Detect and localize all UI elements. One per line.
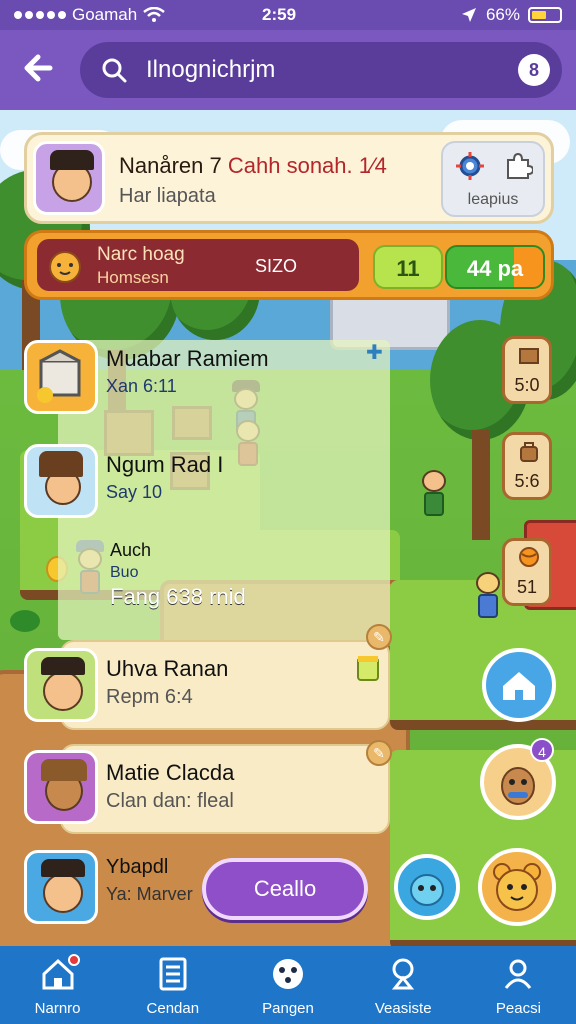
house-icon bbox=[503, 672, 535, 700]
search-text: Ilnognichrjm bbox=[146, 56, 276, 83]
nav-calendar[interactable]: Cendan bbox=[115, 946, 230, 1024]
plus-icon[interactable]: ✚ bbox=[366, 340, 383, 365]
bag-icon bbox=[520, 442, 538, 462]
nav-label: Cendan bbox=[146, 1000, 200, 1017]
nav-people[interactable]: Peacsi bbox=[461, 946, 576, 1024]
list-item[interactable]: Matie Clacda Clan dan: fleal bbox=[60, 744, 390, 834]
clock: 2:59 bbox=[262, 5, 297, 24]
nav-label: Pangen bbox=[262, 1000, 314, 1017]
ball-icon bbox=[273, 959, 303, 989]
cup-icon[interactable] bbox=[354, 652, 382, 684]
bear-icon bbox=[493, 863, 541, 911]
resource-counter[interactable]: 51 bbox=[502, 538, 552, 606]
resource-counter[interactable]: 5:0 bbox=[502, 336, 552, 404]
settings-label: leapius bbox=[467, 191, 519, 208]
currency-pill-2[interactable]: 44 pa bbox=[445, 245, 545, 289]
signal-icon bbox=[14, 11, 66, 19]
battery-icon bbox=[528, 7, 562, 23]
resource-counter[interactable]: 5:6 bbox=[502, 432, 552, 500]
notification-badge: 4 bbox=[530, 738, 554, 762]
search-bar[interactable]: Ilnognichrjm 8 bbox=[80, 42, 562, 98]
list-avatar[interactable] bbox=[24, 648, 98, 722]
npc-character[interactable] bbox=[470, 562, 506, 622]
battery-percent: 66% bbox=[485, 5, 520, 24]
back-arrow-icon bbox=[24, 54, 53, 82]
resource-value: 51 bbox=[516, 577, 538, 597]
row-icon-box[interactable] bbox=[24, 340, 98, 414]
list-item-title: Ybapdl bbox=[106, 856, 169, 878]
nav-label: Peacsi bbox=[495, 1000, 541, 1017]
list-avatar[interactable] bbox=[24, 850, 98, 924]
location-icon bbox=[461, 8, 476, 22]
row3-extra: Fang 638 rnid bbox=[110, 584, 246, 609]
back-button[interactable] bbox=[20, 50, 60, 90]
list-icon bbox=[159, 957, 187, 991]
row1-sub: Xan 6:11 bbox=[106, 376, 177, 396]
player-subtitle: Har liapata bbox=[119, 185, 216, 207]
wifi-icon bbox=[143, 7, 165, 22]
quest-title: Narc hoag bbox=[97, 244, 185, 265]
monster-icon bbox=[410, 874, 444, 906]
row2-title: Ngum Rad I bbox=[106, 452, 224, 477]
house-button[interactable] bbox=[482, 648, 556, 722]
row3-sub: Buo bbox=[110, 564, 139, 581]
crate-icon bbox=[519, 348, 539, 364]
edit-icon[interactable]: ✎ bbox=[366, 740, 392, 766]
resource-value: 5:6 bbox=[514, 471, 540, 491]
search-pin-button[interactable]: 8 bbox=[518, 54, 550, 86]
player-profile-card[interactable]: Nanåren 7 Cahh sonah. 1⁄4 Har liapata le… bbox=[24, 132, 554, 224]
row3-title: Auch bbox=[110, 540, 152, 560]
users-icon bbox=[505, 959, 532, 989]
status-bar: Goamah 2:59 66% bbox=[0, 0, 576, 30]
list-item-sub: Ya: Marver bbox=[106, 884, 193, 904]
list-item-title: Matie Clacda bbox=[106, 760, 235, 785]
ball-icon bbox=[519, 547, 539, 567]
header-bar: Ilnognichrjm 8 bbox=[0, 30, 576, 110]
primary-action-button[interactable]: Ceallo bbox=[202, 858, 368, 920]
bear-button[interactable] bbox=[478, 848, 556, 926]
puzzle-icon bbox=[507, 152, 533, 179]
tree-trunk bbox=[472, 430, 490, 540]
list-item-sub: Repm 6:4 bbox=[106, 686, 193, 708]
box-icon bbox=[37, 349, 81, 403]
currency-pill-1[interactable]: 11 bbox=[373, 245, 443, 289]
row2-sub: Say 10 bbox=[106, 482, 163, 502]
carrier: Goamah bbox=[14, 5, 165, 25]
bottom-nav: Narnro Cendan Pangen Veasiste Peacsi bbox=[0, 946, 576, 1024]
search-icon bbox=[102, 58, 127, 83]
bush bbox=[10, 610, 40, 632]
player-name: Nanåren 7 Cahh sonah. 1⁄4 bbox=[119, 153, 387, 178]
notification-dot bbox=[68, 954, 80, 966]
player-status: Cahh sonah. 1⁄4 bbox=[227, 153, 387, 178]
npc-character[interactable] bbox=[416, 460, 452, 520]
status-right: 66% bbox=[460, 5, 562, 25]
quest-bar[interactable]: Narc hoag Homsesn SIZO 11 44 pa bbox=[24, 230, 554, 300]
edit-icon[interactable]: ✎ bbox=[366, 624, 392, 650]
gear-icon bbox=[456, 152, 484, 180]
list-item-title: Uhva Ranan bbox=[106, 656, 229, 681]
row-icon-character[interactable] bbox=[24, 444, 98, 518]
nav-label: Narnro bbox=[34, 1000, 81, 1017]
nav-play[interactable]: Pangen bbox=[230, 946, 345, 1024]
pin-icon bbox=[392, 958, 415, 990]
quest-info[interactable]: Narc hoag Homsesn SIZO bbox=[37, 239, 359, 291]
companion-button[interactable] bbox=[394, 854, 460, 920]
list-avatar[interactable] bbox=[24, 750, 98, 824]
player-avatar[interactable] bbox=[33, 141, 105, 215]
quest-amount: SIZO bbox=[255, 256, 298, 276]
pet-face-icon bbox=[49, 251, 81, 283]
list-item[interactable]: Uhva Ranan Repm 6:4 bbox=[60, 640, 390, 730]
nav-home[interactable]: Narnro bbox=[0, 946, 115, 1024]
nav-visits[interactable]: Veasiste bbox=[346, 946, 461, 1024]
resource-value: 5:0 bbox=[514, 375, 540, 395]
nav-label: Veasiste bbox=[374, 1000, 432, 1017]
settings-button[interactable]: leapius bbox=[441, 141, 545, 217]
list-item-sub: Clan dan: fleal bbox=[106, 790, 234, 812]
quest-subtitle: Homsesn bbox=[97, 268, 169, 287]
carrier-name: Goamah bbox=[72, 5, 138, 24]
row1-title: Muabar Ramiem bbox=[106, 346, 269, 371]
